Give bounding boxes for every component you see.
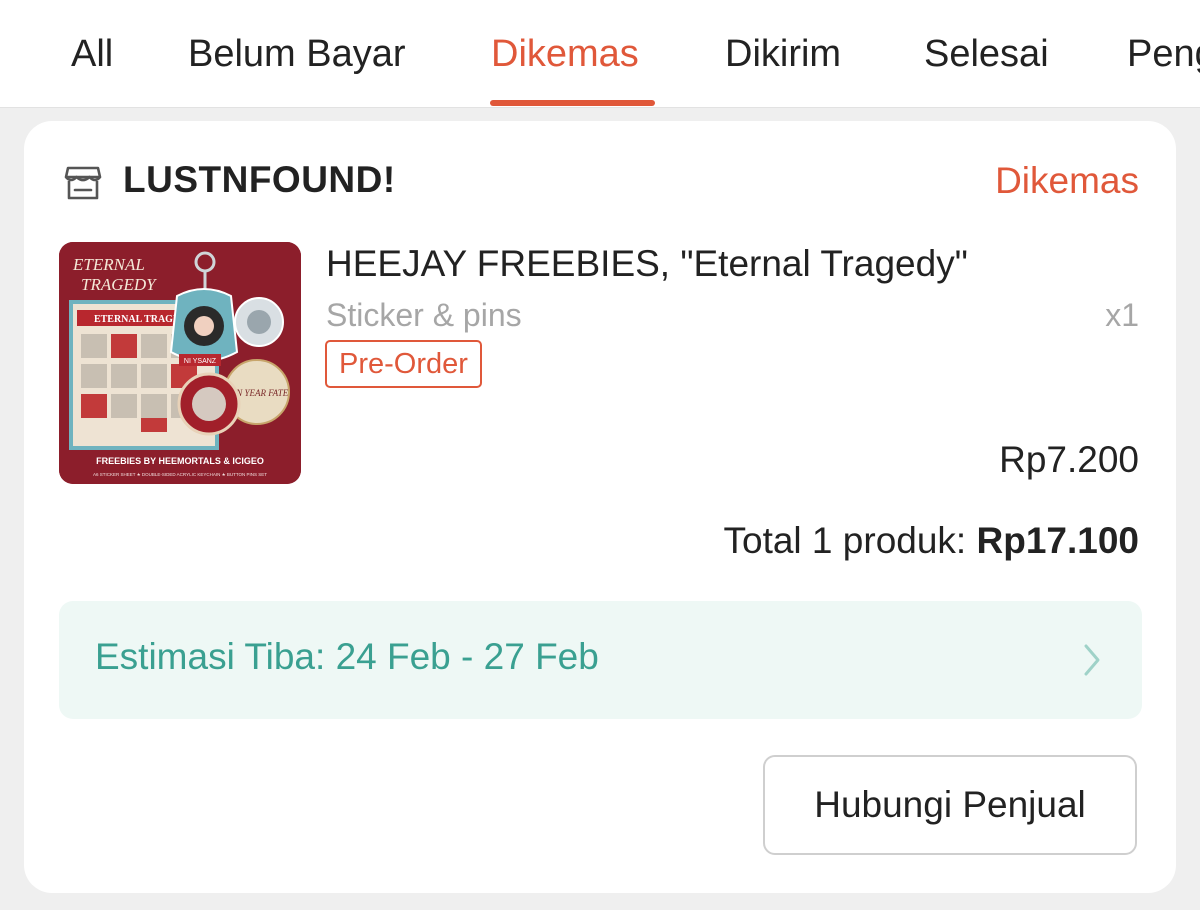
image-subfooter: A6 STICKER SHEET ★ DOUBLE-SIDED ACRYLIC … xyxy=(93,472,267,477)
tab-belum-bayar[interactable]: Belum Bayar xyxy=(188,30,406,78)
image-footer: FREEBIES BY HEEMORTALS & ICIGEO xyxy=(96,456,264,466)
order-total: Total 1 produk: Rp17.100 xyxy=(724,520,1140,562)
image-name-tag: NI YSANZ xyxy=(184,358,217,365)
tab-pengembalian[interactable]: Pengembalian xyxy=(1127,30,1200,78)
image-title-1: ETERNAL xyxy=(72,255,145,274)
product-quantity: x1 xyxy=(1105,297,1139,333)
order-tabs: All Belum Bayar Dikemas Dikirim Selesai … xyxy=(0,0,1200,108)
shop-name[interactable]: LUSTNFOUND! xyxy=(123,159,396,201)
tab-dikemas[interactable]: Dikemas xyxy=(491,30,639,78)
tab-selesai[interactable]: Selesai xyxy=(924,30,1049,78)
pre-order-badge: Pre-Order xyxy=(325,340,482,388)
order-card[interactable]: LUSTNFOUND! Dikemas ETERNAL TRAGEDY ETER… xyxy=(24,121,1176,893)
product-image[interactable]: ETERNAL TRAGEDY ETERNAL TRAGEDY NI YSANZ… xyxy=(59,242,301,484)
tab-dikirim[interactable]: Dikirim xyxy=(725,30,841,78)
active-tab-indicator xyxy=(490,100,655,106)
store-icon xyxy=(64,166,102,200)
total-value: Rp17.100 xyxy=(976,520,1140,561)
total-label: Total 1 produk: xyxy=(723,520,967,561)
product-variant: Sticker & pins xyxy=(326,297,522,333)
tab-all[interactable]: All xyxy=(71,30,113,78)
image-title-2: TRAGEDY xyxy=(81,275,157,294)
contact-seller-button[interactable]: Hubungi Penjual xyxy=(763,755,1137,855)
delivery-estimate[interactable]: Estimasi Tiba: 24 Feb - 27 Feb xyxy=(59,601,1142,719)
product-title[interactable]: HEEJAY FREEBIES, "Eternal Tragedy" xyxy=(326,243,968,285)
chevron-right-icon xyxy=(1084,644,1100,676)
eta-text: Estimasi Tiba: 24 Feb - 27 Feb xyxy=(95,636,599,677)
product-price: Rp7.200 xyxy=(999,439,1139,480)
order-status: Dikemas xyxy=(995,160,1139,201)
